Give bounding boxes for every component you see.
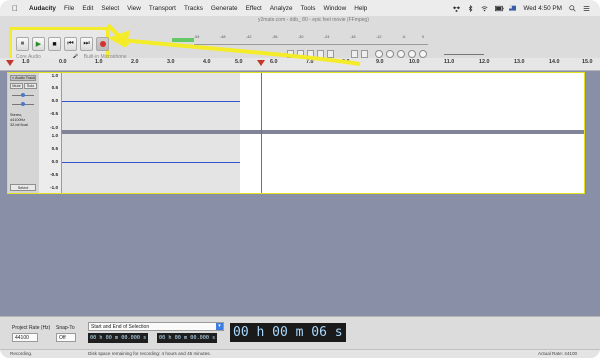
audacity-window:  Audacity File Edit Select View Transpo… — [0, 0, 600, 358]
annotation-arrow-icon — [106, 23, 361, 66]
